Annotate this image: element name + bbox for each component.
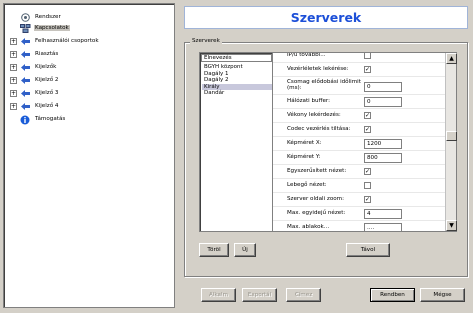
tree-item-kijelzo-4[interactable]: + Kijelző 4: [10, 101, 59, 111]
property-checkbox[interactable]: ✓: [364, 196, 371, 203]
property-row: Max. ablakok... ....: [273, 221, 446, 231]
ok-button[interactable]: Rendben: [370, 288, 415, 302]
server-list[interactable]: Elnevezés BGYH központ Dagály 1 Dagály 2…: [199, 52, 273, 232]
property-checkbox[interactable]: ✓: [364, 112, 371, 119]
tree-item-kijelzo-2[interactable]: + Kijelző 2: [10, 75, 59, 85]
property-row: Képméret X: 1200: [273, 137, 446, 151]
tree-item-tamogatas[interactable]: Támogatás: [10, 114, 66, 124]
tree-item-label: Rendszer: [35, 14, 61, 20]
property-label: Vezérléletek lekérése:: [287, 66, 349, 72]
expand-icon[interactable]: +: [10, 76, 17, 84]
property-row: IP/ű további...: [273, 52, 446, 63]
tree-item-kapcsolatok[interactable]: Kapcsolatok: [10, 23, 70, 33]
apply-button[interactable]: Alkalm: [201, 288, 236, 302]
property-input[interactable]: 1200: [364, 139, 402, 149]
property-row: Egyszerűsített nézet: ✓: [273, 165, 446, 179]
property-row: Vezérléletek lekérése: ✓: [273, 63, 446, 77]
property-label: Max. egyidejű nézet:: [287, 210, 346, 216]
property-input[interactable]: 0: [364, 97, 402, 107]
tree-item-felhasznaloi-csoportok[interactable]: + Felhasználói csoportok: [10, 36, 100, 46]
expand-icon[interactable]: +: [10, 50, 17, 58]
info-icon: [20, 115, 31, 124]
properties-scrollbar[interactable]: ▲ ▼: [445, 53, 457, 231]
tree-item-label: Riasztás: [35, 51, 59, 57]
server-list-item[interactable]: Dandár: [202, 90, 272, 97]
tree-item-label: Támogatás: [35, 116, 66, 122]
property-row: Codec vezérlés tiltása: ✓: [273, 123, 446, 137]
property-label: Képméret X:: [287, 140, 322, 146]
tree-item-label: Kijelzők: [35, 64, 57, 70]
tree-item-rendszer[interactable]: Rendszer: [10, 12, 62, 22]
arrow-icon: [20, 37, 31, 46]
tree-item-riasztas[interactable]: + Riasztás: [10, 49, 59, 59]
property-row: Szerver oldali zoom: ✓: [273, 193, 446, 207]
property-input[interactable]: ....: [364, 223, 402, 231]
property-label: Csomag elődobási időlimit (ms):: [287, 79, 361, 91]
connections-icon: [20, 23, 31, 33]
navigation-tree[interactable]: Rendszer Kapcsolatok + Felhasználói csop…: [3, 3, 175, 308]
arrow-icon: [20, 50, 31, 59]
scrollbar-thumb[interactable]: [446, 131, 457, 141]
tree-item-kijelzo-3[interactable]: + Kijelző 3: [10, 88, 59, 98]
scroll-down-icon[interactable]: ▼: [446, 220, 457, 231]
property-input[interactable]: 4: [364, 209, 402, 219]
property-label: Egyszerűsített nézet:: [287, 168, 347, 174]
arrow-icon: [20, 102, 31, 111]
expand-icon[interactable]: +: [10, 102, 17, 110]
property-label: Codec vezérlés tiltása:: [287, 126, 351, 132]
expand-icon[interactable]: +: [10, 89, 17, 97]
tree-item-label: Kijelző 4: [35, 103, 59, 109]
group-box-label: Szerverek: [190, 38, 222, 44]
arrow-icon: [20, 89, 31, 98]
property-label: Vékony lekérdezés:: [287, 112, 341, 118]
server-properties-grid[interactable]: IP/ű további... Vezérléletek lekérése: ✓…: [272, 52, 457, 232]
new-button[interactable]: Új: [234, 243, 256, 257]
tree-item-kijelzok[interactable]: + Kijelzők: [10, 62, 57, 72]
property-label: Szerver oldali zoom:: [287, 196, 345, 202]
property-label: Max. ablakok...: [287, 224, 330, 230]
property-row: Vékony lekérdezés: ✓: [273, 109, 446, 123]
cancel-button[interactable]: Mégse: [420, 288, 465, 302]
property-input[interactable]: 800: [364, 153, 402, 163]
property-checkbox[interactable]: ✓: [364, 168, 371, 175]
property-row: Csomag elődobási időlimit (ms): 0: [273, 77, 446, 95]
system-icon: [20, 12, 31, 22]
property-checkbox[interactable]: ✓: [364, 66, 371, 73]
property-checkbox[interactable]: [364, 53, 371, 59]
property-checkbox[interactable]: ✓: [364, 126, 371, 133]
import-button[interactable]: Címez: [286, 288, 321, 302]
page-header: Szerverek: [184, 6, 468, 29]
tree-item-label: Kijelző 3: [35, 90, 59, 96]
property-input[interactable]: 0: [364, 82, 402, 92]
arrow-icon: [20, 63, 31, 72]
property-row: Képméret Y: 800: [273, 151, 446, 165]
arrow-icon: [20, 76, 31, 85]
tree-item-label: Kijelző 2: [35, 77, 59, 83]
property-label: Hálózati buffer:: [287, 98, 330, 104]
delete-button[interactable]: Töröl: [199, 243, 229, 257]
property-row: Lebegő nézet:: [273, 179, 446, 193]
property-label: Képméret Y:: [287, 154, 321, 160]
property-label: Lebegő nézet:: [287, 182, 327, 188]
tree-item-label: Kapcsolatok: [34, 25, 70, 31]
scroll-up-icon[interactable]: ▲: [446, 53, 457, 64]
page-title: Szerverek: [290, 10, 362, 25]
server-list-header[interactable]: Elnevezés: [201, 54, 272, 62]
property-checkbox[interactable]: [364, 182, 371, 189]
tree-item-label: Felhasználói csoportok: [35, 38, 99, 44]
property-label: IP/ű további...: [287, 52, 326, 58]
remove-button[interactable]: Távol: [346, 243, 390, 257]
expand-icon[interactable]: +: [10, 37, 17, 45]
property-row: Hálózati buffer: 0: [273, 95, 446, 109]
property-row: Max. egyidejű nézet: 4: [273, 207, 446, 221]
expand-icon[interactable]: +: [10, 63, 17, 71]
export-button[interactable]: Exportál: [242, 288, 277, 302]
